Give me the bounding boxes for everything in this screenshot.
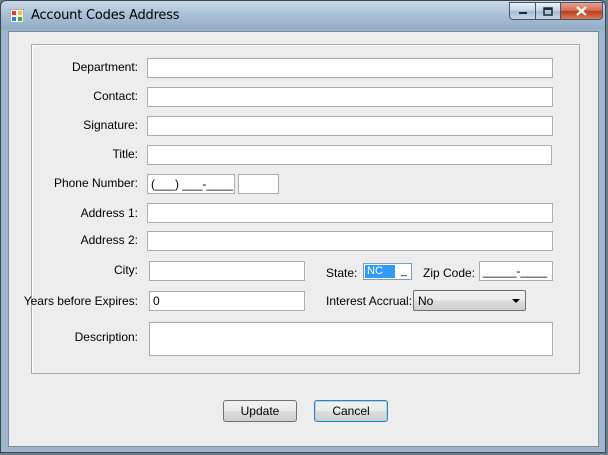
app-icon[interactable] <box>9 8 25 24</box>
interest-accrual-label: Interest Accrual: <box>326 294 413 308</box>
phone-input[interactable]: (___) ___-____ <box>147 174 235 194</box>
address2-label: Address 2: <box>80 233 138 247</box>
phone-extension-input[interactable] <box>238 174 279 194</box>
department-input[interactable] <box>147 58 553 78</box>
zip-mask: _____-____ <box>483 264 548 278</box>
signature-label: Signature: <box>83 118 138 132</box>
minimize-icon <box>518 12 527 14</box>
maximize-icon <box>543 6 553 16</box>
phone-label: Phone Number: <box>53 176 138 190</box>
close-button[interactable] <box>560 2 603 20</box>
description-input[interactable] <box>149 322 553 356</box>
window-controls <box>509 2 603 21</box>
state-input[interactable]: NC _ <box>363 263 412 280</box>
signature-input[interactable] <box>147 116 553 136</box>
contact-input[interactable] <box>147 87 553 107</box>
minimize-button[interactable] <box>509 2 535 20</box>
address1-label: Address 1: <box>80 206 138 220</box>
state-selected-text: NC <box>365 265 395 278</box>
address2-input[interactable] <box>147 231 553 251</box>
zip-label: Zip Code: <box>423 266 476 280</box>
city-label: City: <box>114 263 138 277</box>
title-label: Title: <box>112 147 138 161</box>
department-label: Department: <box>71 60 138 74</box>
address1-input[interactable] <box>147 203 553 223</box>
form-group-box: Department: Contact: Signature: Title: P… <box>24 44 580 374</box>
title-bar[interactable]: Account Codes Address <box>1 1 607 31</box>
state-label: State: <box>326 266 358 280</box>
description-label: Description: <box>74 330 138 344</box>
phone-mask: (___) ___-____ <box>151 177 234 191</box>
dialog-client-area: Department: Contact: Signature: Title: P… <box>8 31 599 447</box>
zip-input[interactable]: _____-____ <box>479 261 553 281</box>
interest-accrual-select[interactable]: No <box>413 290 526 311</box>
chevron-down-icon <box>512 299 520 303</box>
contact-label: Contact: <box>93 89 138 103</box>
years-input[interactable]: 0 <box>149 291 305 311</box>
update-button[interactable]: Update <box>223 400 297 422</box>
close-icon <box>576 6 587 16</box>
interest-accrual-value: No <box>418 294 434 308</box>
cancel-button[interactable]: Cancel <box>314 400 388 422</box>
window-title: Account Codes Address <box>31 8 180 23</box>
state-mask-tail: _ <box>400 265 407 277</box>
dialog-window: Account Codes Address Department: Contac… <box>0 0 606 453</box>
years-label: Years before Expires: <box>23 294 138 308</box>
city-input[interactable] <box>149 261 305 281</box>
title-input[interactable] <box>147 145 552 165</box>
maximize-button[interactable] <box>535 2 560 20</box>
